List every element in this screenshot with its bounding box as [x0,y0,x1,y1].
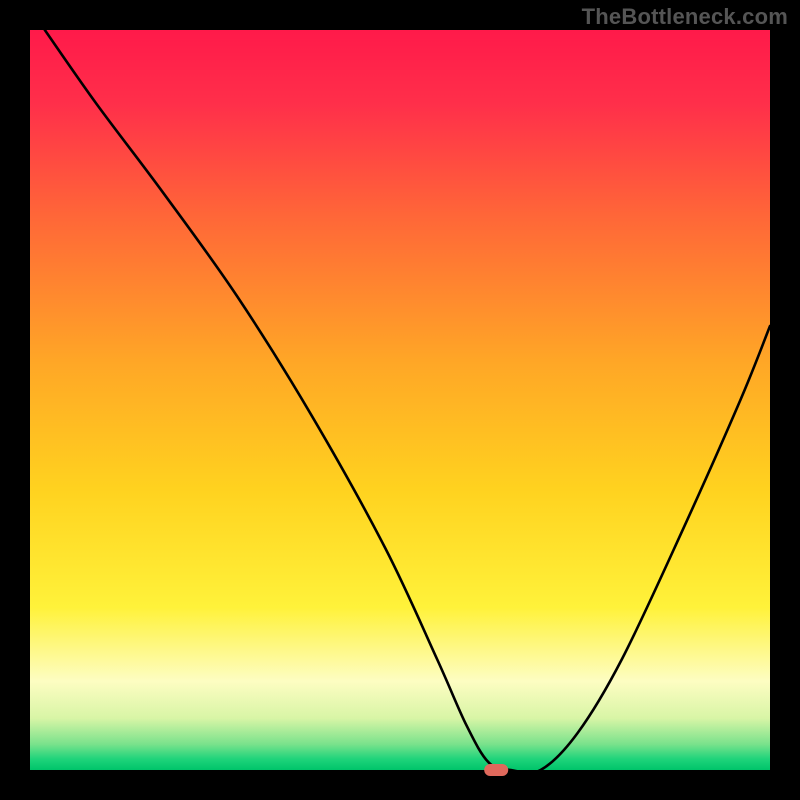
chart-container: { "watermark": "TheBottleneck.com", "cha… [0,0,800,800]
watermark-text: TheBottleneck.com [582,4,788,30]
optimal-marker [484,764,508,776]
bottleneck-chart [0,0,800,800]
plot-background [30,30,770,770]
